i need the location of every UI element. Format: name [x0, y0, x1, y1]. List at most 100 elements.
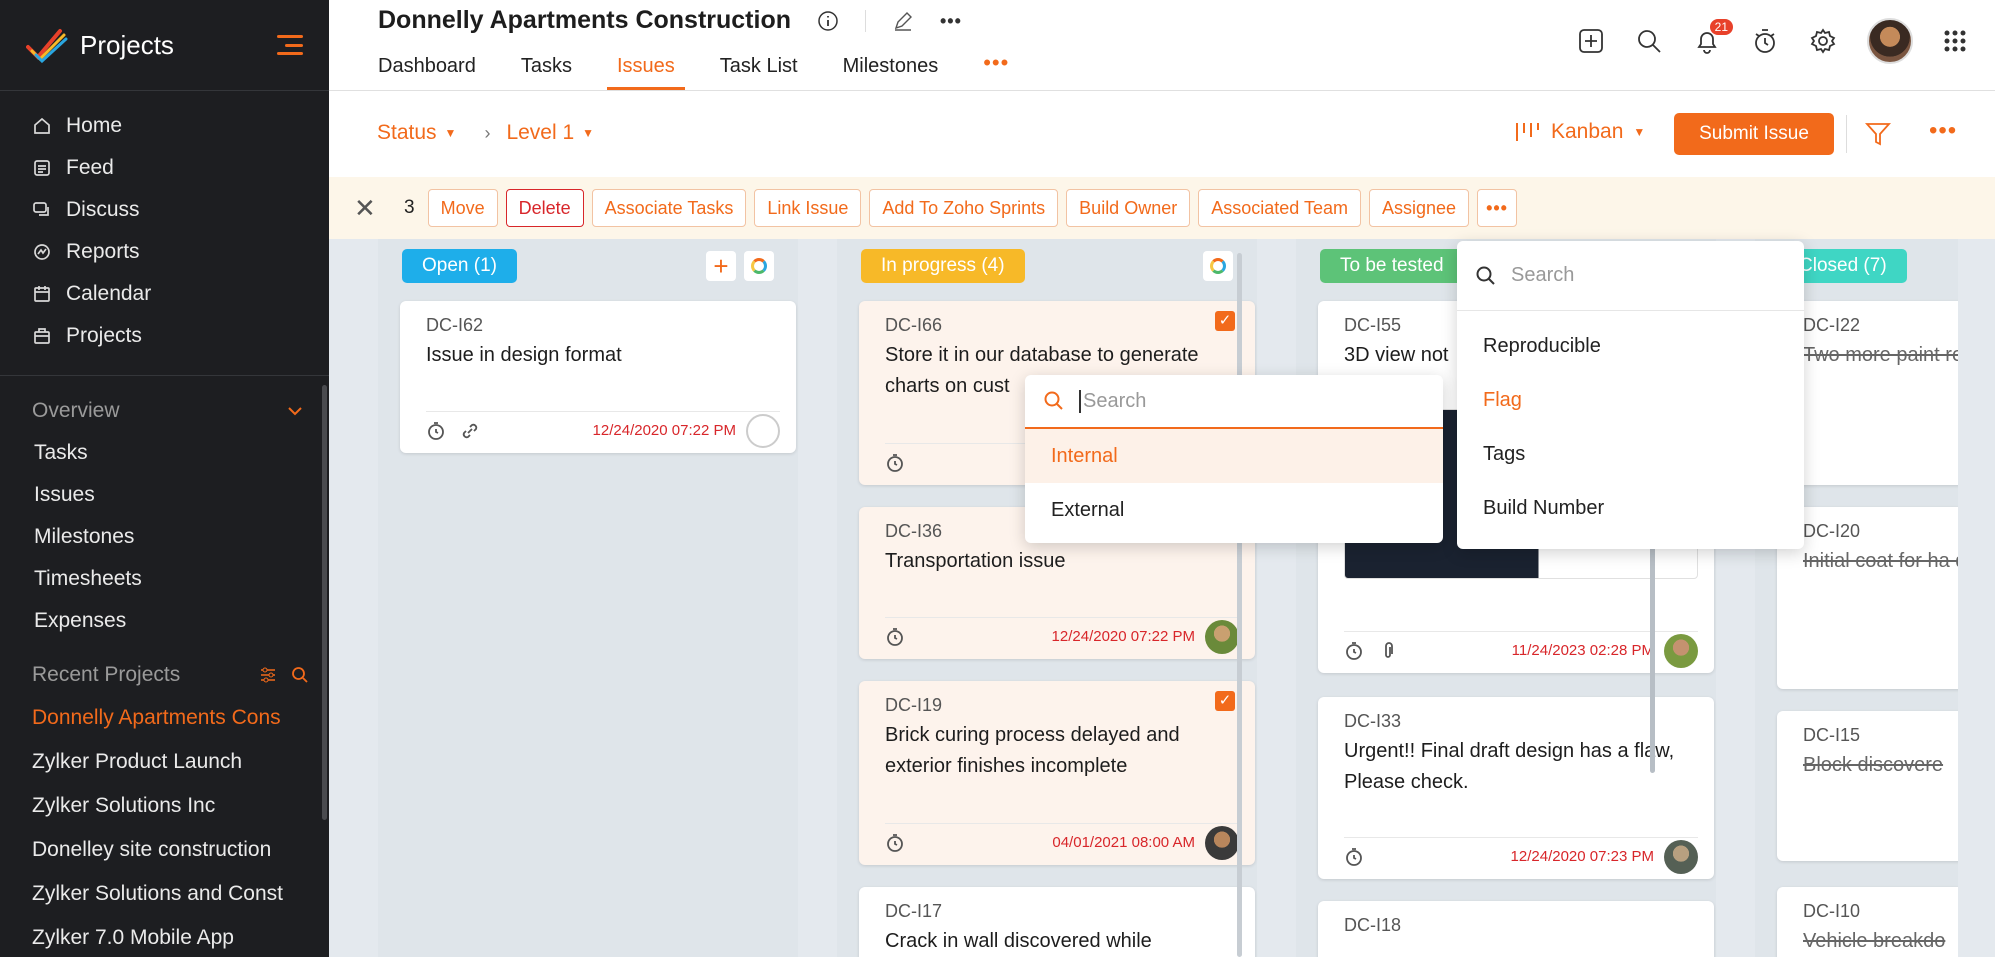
info-icon[interactable]: [817, 10, 839, 32]
link-icon[interactable]: [460, 421, 480, 441]
sidebar-item-projects[interactable]: Projects: [0, 315, 329, 357]
user-avatar[interactable]: [1867, 18, 1913, 64]
associate-tasks-button[interactable]: Associate Tasks: [591, 189, 747, 227]
issue-card[interactable]: DC-I22 Two more paint reach site. Com: [1777, 301, 1958, 485]
timer-icon[interactable]: [426, 421, 446, 441]
sidebar-item-discuss[interactable]: Discuss: [0, 189, 329, 231]
fields-search-field[interactable]: Search: [1457, 241, 1804, 311]
gear-icon[interactable]: [1809, 27, 1837, 55]
status-ring-icon[interactable]: [744, 251, 774, 281]
avatar[interactable]: [746, 413, 780, 448]
status-dropdown[interactable]: Status: [377, 121, 437, 145]
sidebar-item-reports[interactable]: Reports: [0, 231, 329, 273]
recent-projects-label: Recent Projects: [32, 663, 181, 686]
team-search-input[interactable]: Search: [1079, 389, 1146, 413]
status-ring-icon[interactable]: [1203, 251, 1233, 281]
sidebar: Projects Home Feed Discuss Reports Calen…: [0, 0, 329, 957]
sidebar-item-issues[interactable]: Issues: [0, 474, 329, 516]
recent-project-item[interactable]: Zylker 7.0 Mobile App: [0, 916, 329, 957]
sidebar-item-feed[interactable]: Feed: [0, 147, 329, 189]
timer-icon[interactable]: [1344, 641, 1364, 661]
bell-icon[interactable]: 21: [1693, 19, 1733, 55]
sidebar-item-expenses[interactable]: Expenses: [0, 600, 329, 642]
field-option-flag[interactable]: Flag: [1457, 373, 1804, 427]
issue-card[interactable]: DC-I15 Block discovere: [1777, 711, 1958, 861]
link-issue-button[interactable]: Link Issue: [754, 189, 862, 227]
team-option-external[interactable]: External: [1025, 483, 1443, 537]
sidebar-item-home[interactable]: Home: [0, 105, 329, 147]
apps-grid-icon[interactable]: [1943, 29, 1967, 53]
more-options-icon[interactable]: •••: [940, 11, 962, 32]
search-icon[interactable]: [291, 666, 309, 684]
avatar[interactable]: [1205, 825, 1239, 860]
search-icon[interactable]: [1635, 27, 1663, 55]
hamburger-menu-icon[interactable]: [277, 35, 303, 55]
avatar[interactable]: [1664, 839, 1698, 874]
issue-card[interactable]: DC-I17 Crack in wall discovered while: [859, 887, 1255, 957]
recent-project-item[interactable]: Donnelly Apartments Cons: [0, 696, 329, 740]
field-option-reproducible[interactable]: Reproducible: [1457, 319, 1804, 373]
paperclip-icon[interactable]: [1378, 641, 1398, 661]
tab-milestones[interactable]: Milestones: [843, 52, 939, 90]
sidebar-scrollbar[interactable]: [322, 385, 327, 820]
issue-title: Issue in design format: [426, 344, 622, 366]
sidebar-item-timesheets[interactable]: Timesheets: [0, 558, 329, 600]
assignee-button[interactable]: Assignee: [1368, 189, 1470, 227]
sidebar-item-milestones[interactable]: Milestones: [0, 516, 329, 558]
move-button[interactable]: Move: [427, 189, 498, 227]
level-dropdown[interactable]: Level 1: [506, 121, 574, 145]
timer-icon[interactable]: [885, 627, 905, 647]
more-options-icon[interactable]: •••: [1929, 117, 1957, 145]
tab-task-list[interactable]: Task List: [720, 52, 798, 90]
avatar[interactable]: [1205, 619, 1239, 654]
feed-icon: [34, 160, 50, 176]
sidebar-item-tasks[interactable]: Tasks: [0, 432, 329, 474]
add-card-icon[interactable]: +: [706, 251, 736, 281]
sidebar-title: Projects: [80, 29, 174, 60]
timer-icon[interactable]: [885, 453, 905, 473]
timer-icon[interactable]: [1751, 27, 1779, 55]
delete-button[interactable]: Delete: [505, 189, 584, 227]
build-owner-button[interactable]: Build Owner: [1066, 189, 1191, 227]
timer-icon[interactable]: [885, 833, 905, 853]
associated-team-button[interactable]: Associated Team: [1198, 189, 1361, 227]
page-title: Donnelly Apartments Construction: [378, 6, 791, 34]
checkbox-checked[interactable]: ✓: [1215, 691, 1235, 711]
column-scrollbar[interactable]: [1237, 253, 1242, 957]
recent-project-item[interactable]: Zylker Solutions Inc: [0, 784, 329, 828]
issue-card[interactable]: DC-I62 Issue in design format 12/24/2020…: [400, 301, 796, 453]
issue-title: Initial coat for ha due to insufficie: [1803, 550, 1958, 572]
submit-issue-button[interactable]: Submit Issue: [1674, 113, 1834, 155]
field-option-tags[interactable]: Tags: [1457, 427, 1804, 481]
tab-dashboard[interactable]: Dashboard: [378, 52, 476, 90]
team-search-field[interactable]: Search: [1025, 375, 1443, 429]
overview-section-toggle[interactable]: Overview: [0, 390, 329, 432]
settings-sliders-icon[interactable]: [259, 666, 277, 684]
issue-card[interactable]: DC-I18: [1318, 901, 1714, 957]
column-actions: +: [706, 251, 774, 281]
avatar[interactable]: [1664, 633, 1698, 668]
add-to-zoho-sprints-button[interactable]: Add To Zoho Sprints: [869, 189, 1059, 227]
tabs-more-icon[interactable]: •••: [983, 50, 1009, 90]
due-date: 12/24/2020 07:23 PM: [1510, 848, 1654, 865]
add-icon[interactable]: [1577, 27, 1605, 55]
recent-project-item[interactable]: Zylker Solutions and Const: [0, 872, 329, 916]
view-switcher[interactable]: Kanban ▼: [1515, 120, 1645, 144]
team-option-internal[interactable]: Internal: [1025, 429, 1443, 483]
fields-search-input[interactable]: Search: [1511, 264, 1574, 287]
bulk-more-button[interactable]: •••: [1477, 189, 1518, 227]
field-option-build-number[interactable]: Build Number: [1457, 481, 1804, 535]
checkbox-checked[interactable]: ✓: [1215, 311, 1235, 331]
issue-card[interactable]: DC-I10 Vehicle breakdo: [1777, 887, 1958, 957]
edit-pen-icon[interactable]: [892, 10, 914, 32]
recent-project-item[interactable]: Donelley site construction: [0, 828, 329, 872]
issue-card[interactable]: ✓ DC-I19 Brick curing process delayed an…: [859, 681, 1255, 865]
recent-project-item[interactable]: Zylker Product Launch: [0, 740, 329, 784]
tab-issues[interactable]: Issues: [607, 52, 685, 90]
tab-tasks[interactable]: Tasks: [521, 52, 572, 90]
filter-icon[interactable]: [1865, 121, 1891, 147]
close-icon[interactable]: ✕: [354, 193, 384, 224]
timer-icon[interactable]: [1344, 847, 1364, 867]
sidebar-item-calendar[interactable]: Calendar: [0, 273, 329, 315]
issue-card[interactable]: DC-I20 Initial coat for ha due to insuff…: [1777, 507, 1958, 689]
